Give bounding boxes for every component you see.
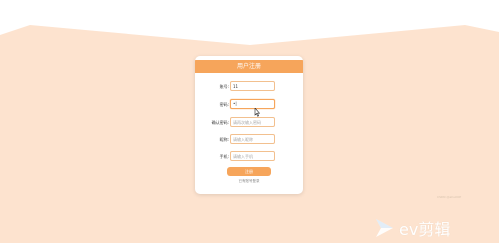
phone-label: 手机: [219, 154, 229, 159]
mouse-cursor-icon [254, 108, 260, 117]
login-link[interactable]: 已有账号登录 [195, 179, 303, 184]
form-row-account: 账号: [195, 81, 303, 93]
register-card: 用户注册 账号: 密码: •| 确认密码: 昵称: 手机: 注册 已有账号登录 [195, 56, 303, 194]
watermark-text: ev剪辑 [399, 220, 451, 239]
password-input[interactable]: •| [230, 99, 275, 109]
form-row-phone: 手机: [195, 151, 303, 163]
nickname-input[interactable] [230, 134, 275, 144]
confirm-password-label: 确认密码: [211, 120, 229, 125]
form-row-nickname: 昵称: [195, 134, 303, 146]
password-label: 密码: [219, 102, 229, 107]
credit-text: CSDN @ahsUOP [437, 195, 462, 199]
play-triangle-icon [376, 219, 393, 237]
account-label: 账号: [219, 84, 229, 89]
confirm-password-input[interactable] [230, 117, 275, 127]
ev-watermark: ev剪辑 [373, 215, 493, 241]
card-title: 用户注册 [195, 60, 303, 73]
phone-input[interactable] [230, 151, 275, 161]
form-row-confirm-password: 确认密码: [195, 117, 303, 129]
register-button[interactable]: 注册 [227, 167, 271, 176]
account-input[interactable] [230, 81, 275, 91]
nickname-label: 昵称: [219, 137, 229, 142]
form-row-password: 密码: •| [195, 99, 303, 111]
